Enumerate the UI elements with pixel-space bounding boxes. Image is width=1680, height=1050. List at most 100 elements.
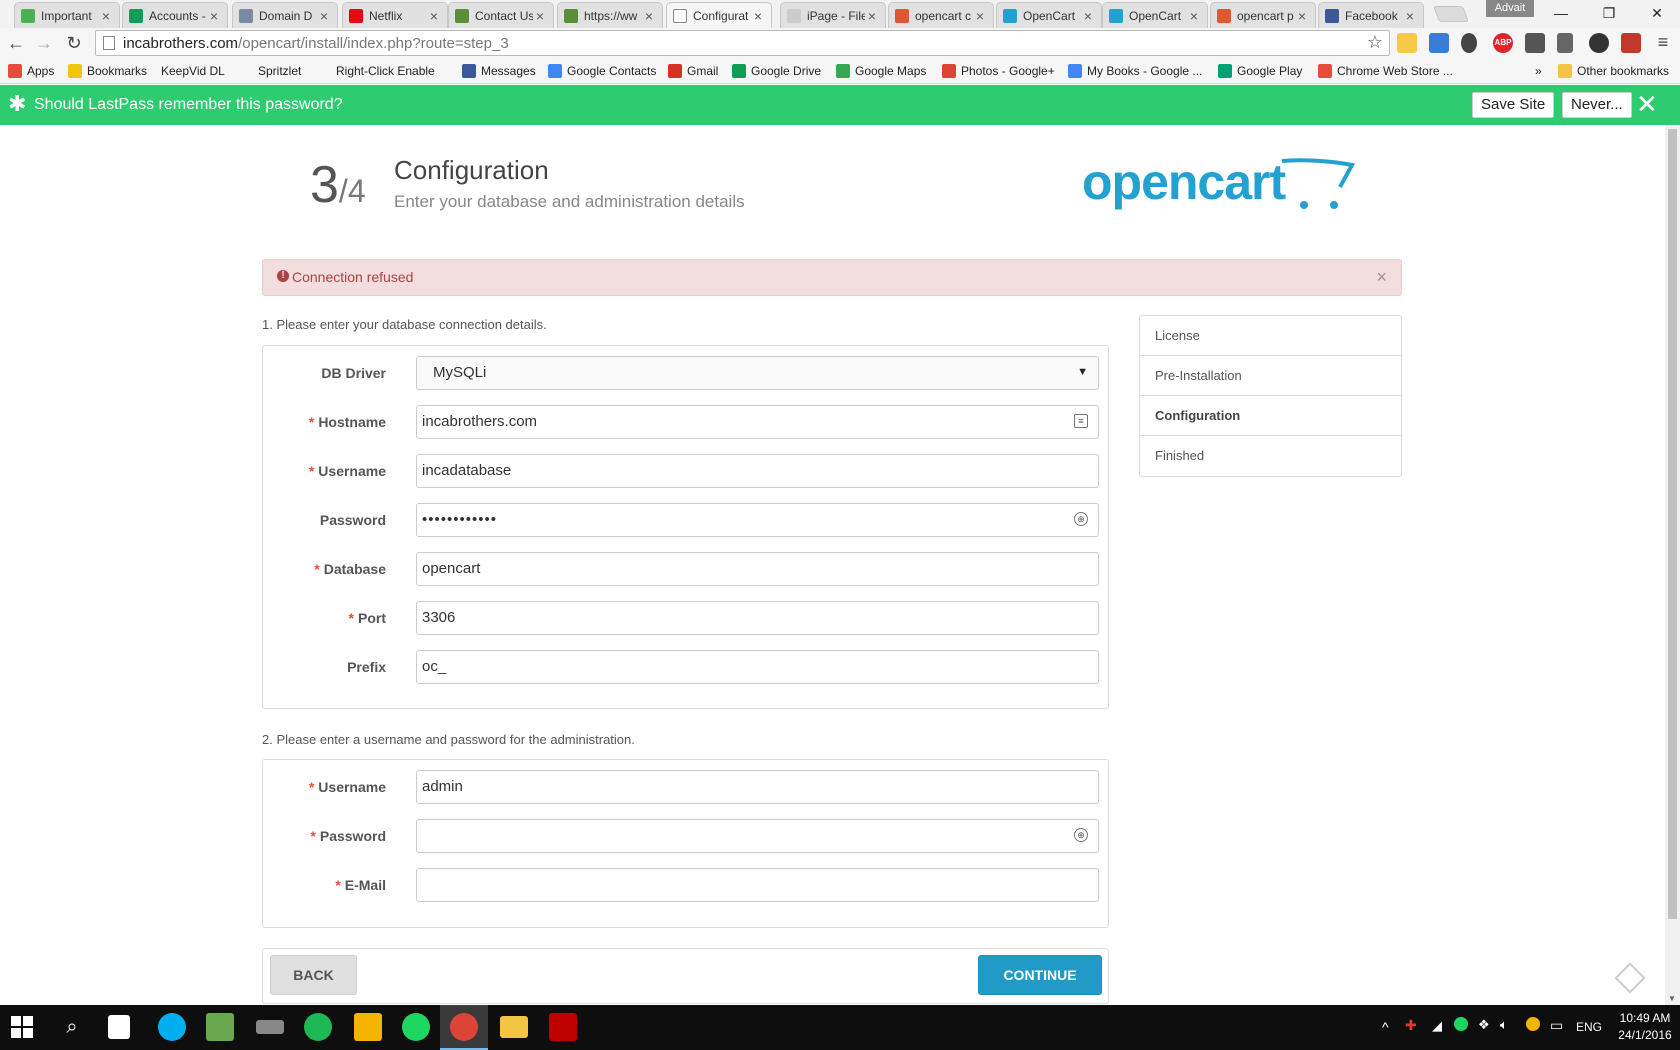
bookmark-item[interactable]: Bookmarks [68,62,147,80]
browser-tab[interactable]: https://ww × [557,2,663,28]
bookmark-item[interactable]: Spritzlet [258,62,301,201]
bookmark-item[interactable]: Photos - Google+ [942,62,1055,80]
skype-icon[interactable] [158,1013,186,1041]
settings-gear-icon[interactable] [1589,33,1609,53]
address-bar[interactable]: incabrothers.com /opencart/install/index… [95,30,1390,56]
save-site-button[interactable]: Save Site [1472,92,1555,118]
sidebar-item-license[interactable]: License [1140,316,1401,356]
back-button[interactable]: BACK [270,955,357,995]
extension-window-icon[interactable] [1429,33,1449,53]
bookmark-item[interactable]: My Books - Google ... [1068,62,1202,80]
tab-close-icon[interactable]: × [99,8,113,24]
tab-close-icon[interactable]: × [427,8,441,24]
extension-pen-icon[interactable] [1461,33,1477,53]
browser-tab[interactable]: opencart c × [888,2,994,28]
sidebar-item-finished[interactable]: Finished [1140,436,1401,476]
tab-close-icon[interactable]: × [1403,8,1417,24]
username-input[interactable]: incadatabase [416,454,1099,488]
filezilla-icon[interactable] [549,1013,577,1041]
db-driver-select[interactable]: MySQLi [416,356,1099,390]
other-bookmarks[interactable]: Other bookmarks [1558,62,1669,80]
bookmark-item[interactable]: Google Drive [732,62,821,80]
utorrent-icon[interactable] [304,1013,332,1041]
scroll-down-arrow-icon[interactable]: ▼ [1668,994,1676,1003]
tab-close-icon[interactable]: × [207,8,221,24]
app-green-icon[interactable] [206,1013,234,1041]
bookmark-item[interactable]: Google Maps [836,62,926,80]
browser-tab[interactable]: Contact Us × [448,2,554,28]
reload-icon[interactable]: ↻ [62,31,86,55]
clock-date[interactable]: 24/1/2016 [1615,1028,1675,1042]
autofill-card-icon[interactable]: ≡ [1074,414,1088,428]
alert-close-icon[interactable]: × [1376,267,1387,288]
minimize-icon[interactable]: — [1538,0,1584,26]
browser-tab[interactable]: Important × [14,2,120,28]
close-window-icon[interactable]: ✕ [1634,0,1680,26]
back-arrow-icon[interactable]: ← [4,31,28,55]
tray-chevron-icon[interactable]: ^ [1382,1019,1389,1035]
close-icon[interactable]: ✕ [1636,89,1658,120]
lastpass-diamond-icon[interactable] [1614,962,1646,994]
browser-tab[interactable]: OpenCart × [996,2,1102,28]
continue-button[interactable]: CONTINUE [978,955,1102,995]
sidebar-item-configuration[interactable]: Configuration [1140,396,1401,436]
bookmark-item[interactable]: Right-Click Enable [336,62,435,201]
tab-close-icon[interactable]: × [1187,8,1201,24]
sidebar-item-pre-installation[interactable]: Pre-Installation [1140,356,1401,396]
windows-start-icon[interactable] [10,1015,34,1039]
browser-tab[interactable]: Netflix × [342,2,448,28]
tray-plus-icon[interactable]: ✚ [1405,1017,1417,1034]
browser-tab[interactable]: opencart p × [1210,2,1316,28]
e-mail-input[interactable] [416,868,1099,902]
lastpass-field-icon[interactable]: ⊕ [1074,512,1088,526]
lastpass-field-icon[interactable]: ⊕ [1074,828,1088,842]
bookmark-item[interactable]: Gmail [668,62,718,80]
tray-chrome-icon[interactable] [1526,1017,1540,1031]
password-input[interactable]: •••••••••••• [416,503,1099,537]
tab-close-icon[interactable]: × [317,8,331,24]
bookmark-item[interactable]: Google Play [1218,62,1302,80]
tray-spotify-icon[interactable] [1454,1017,1468,1031]
browser-tab[interactable]: OpenCart × [1102,2,1208,28]
browser-tab[interactable]: Facebook × [1318,2,1424,28]
browser-tab[interactable]: Domain D × [232,2,338,28]
extension-star-icon[interactable] [1397,33,1417,53]
forward-arrow-icon[interactable]: → [32,31,56,55]
chevron-down-icon[interactable]: ▼ [1077,366,1088,378]
bookmark-star-icon[interactable]: ☆ [1367,32,1383,53]
extension-puzzle-icon[interactable] [1525,33,1545,53]
language-indicator[interactable]: ENG [1576,1020,1602,1034]
tank-game-icon[interactable] [256,1020,284,1034]
file-explorer-icon[interactable] [500,1016,528,1038]
page-scrollbar[interactable]: ▼ [1665,125,1680,1005]
chrome-icon[interactable] [450,1013,478,1041]
spotify-icon[interactable] [402,1013,430,1041]
lastpass-extension-icon[interactable] [1621,33,1641,53]
port-input[interactable]: 3306 [416,601,1099,635]
bookmarks-overflow[interactable]: » [1535,62,1542,80]
new-tab-button[interactable] [1433,6,1469,22]
tab-close-icon[interactable]: × [751,8,765,24]
tab-close-icon[interactable]: × [1295,8,1309,24]
password-input[interactable] [416,819,1099,853]
bookmark-item[interactable]: KeepVid DL [161,62,225,201]
browser-tab[interactable]: Accounts - × [122,2,228,28]
database-input[interactable]: opencart [416,552,1099,586]
wifi-icon[interactable]: ◢ [1432,1018,1442,1034]
adblock-icon[interactable]: ABP [1493,33,1513,53]
tab-close-icon[interactable]: × [865,8,879,24]
bookmark-item[interactable]: Messages [462,62,536,80]
bookmark-item[interactable]: Chrome Web Store ... [1318,62,1453,80]
bookmark-item[interactable]: Google Contacts [548,62,656,80]
notifications-icon[interactable]: ▭ [1550,1017,1563,1034]
restore-icon[interactable]: ❐ [1586,0,1632,26]
tab-close-icon[interactable]: × [973,8,987,24]
tab-close-icon[interactable]: × [533,8,547,24]
hostname-input[interactable]: incabrothers.com [416,405,1099,439]
browser-tab[interactable]: iPage - File × [780,2,886,28]
search-icon[interactable]: ⌕ [58,1013,86,1041]
tab-close-icon[interactable]: × [642,8,656,24]
tab-close-icon[interactable]: × [1081,8,1095,24]
extension-download-icon[interactable] [1557,33,1573,53]
browser-tab[interactable]: Configurat × [666,2,772,28]
